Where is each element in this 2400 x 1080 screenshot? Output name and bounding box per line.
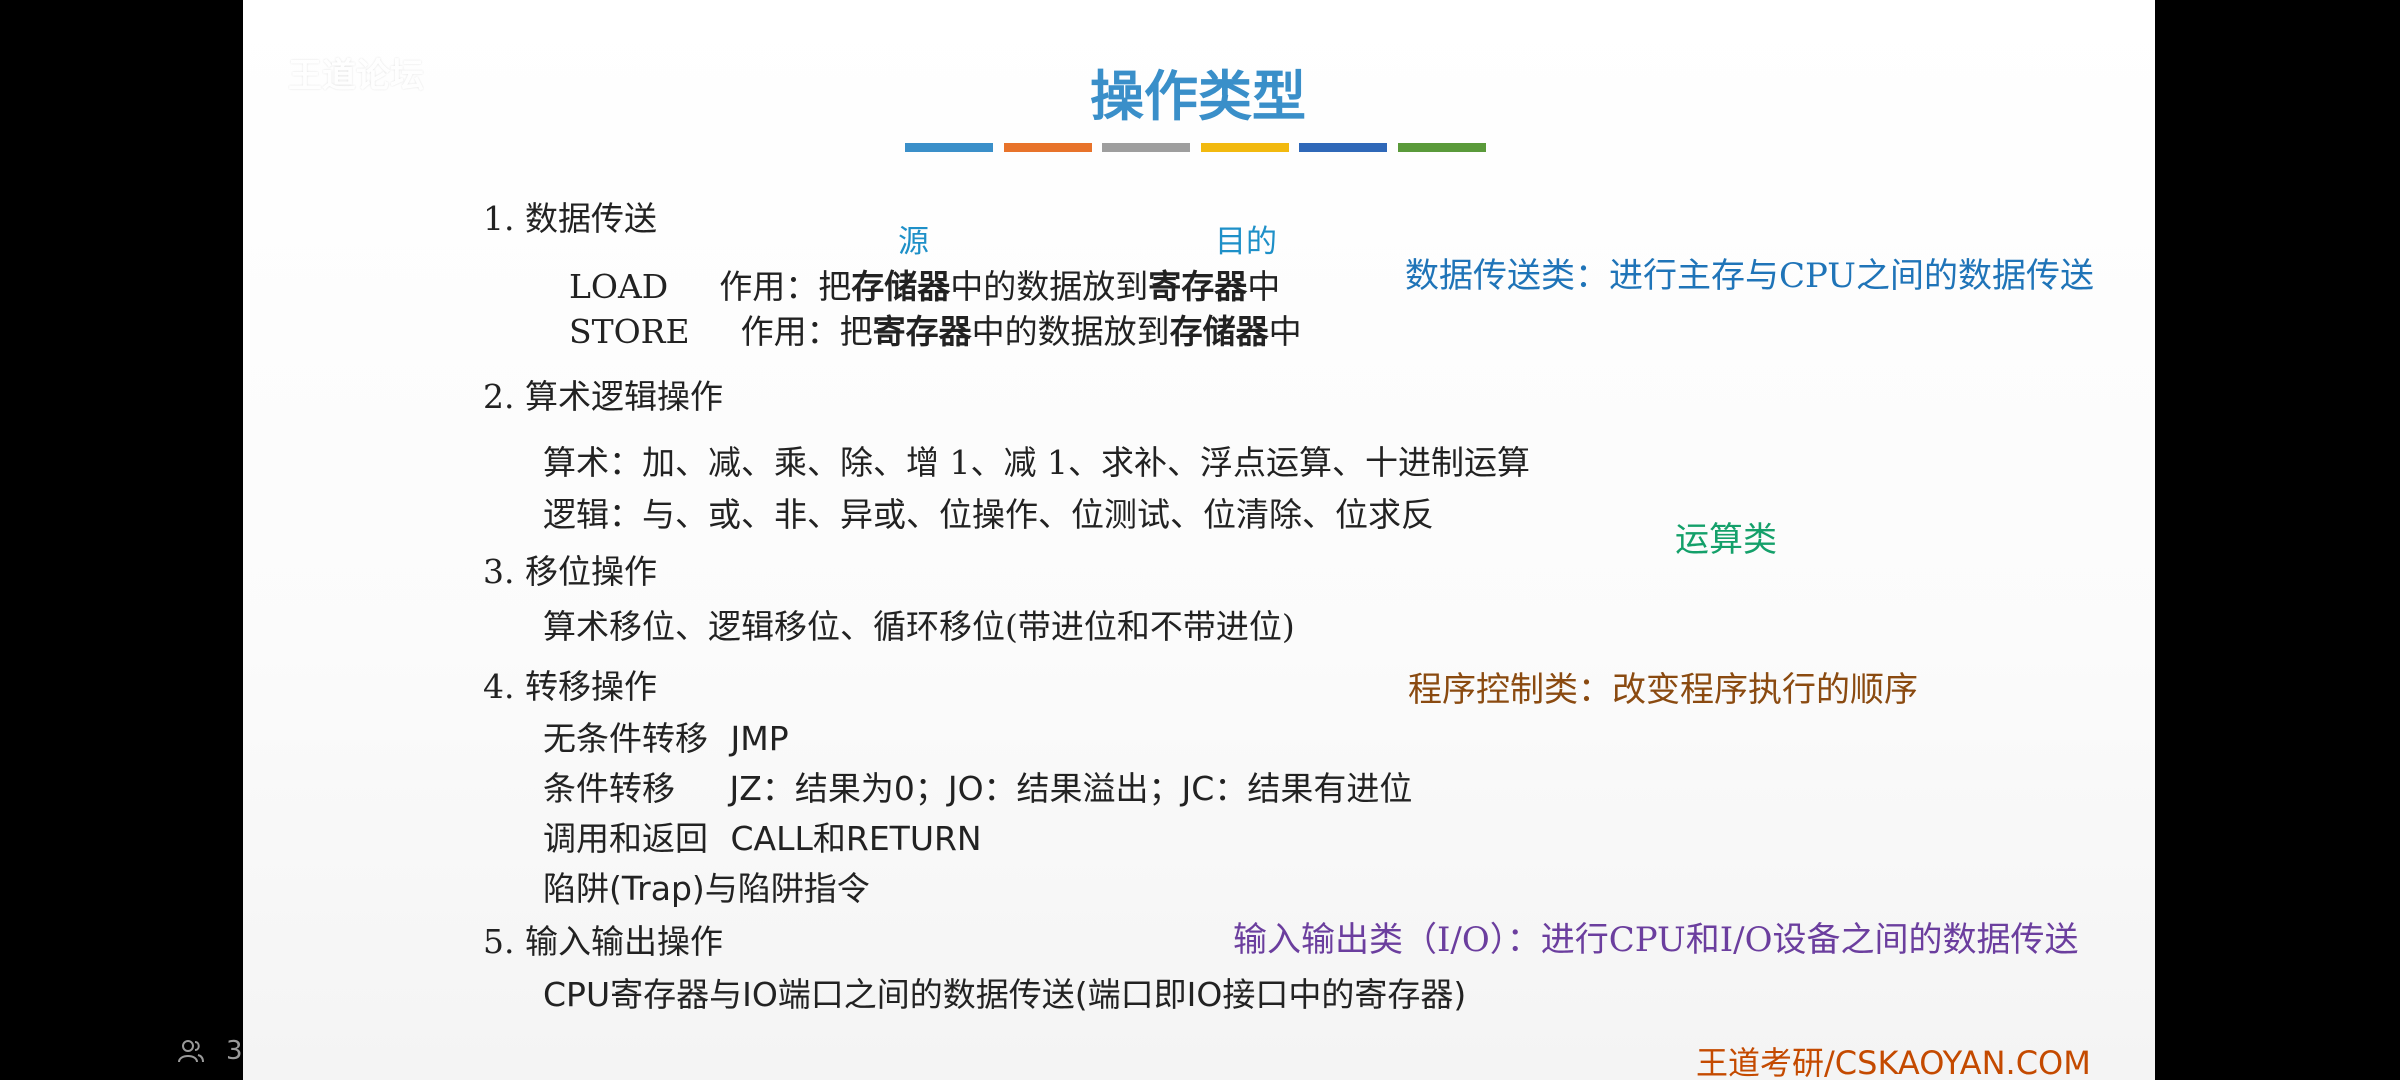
note-io: 输入输出类（I/O）：进行CPU和I/O设备之间的数据传送	[1233, 920, 2079, 960]
note-data-transfer: 数据传送类：进行主存与CPU之间的数据传送	[1405, 256, 2094, 296]
note-program-control: 程序控制类：改变程序执行的顺序	[1408, 670, 1918, 710]
section-heading-io: 5. 输入输出操作	[483, 922, 723, 961]
color-bar	[1201, 143, 1289, 152]
io-line: CPU寄存器与IO端口之间的数据传送(端口即IO接口中的寄存器)	[543, 975, 1467, 1014]
store-line: STORE 作用：把寄存器中的数据放到存储器中	[569, 312, 1302, 351]
section-heading-shift: 3. 移位操作	[483, 552, 657, 591]
color-bar	[1102, 143, 1190, 152]
color-bar	[1398, 143, 1486, 152]
people-icon[interactable]	[178, 1038, 204, 1064]
section-heading-jump: 4. 转移操作	[483, 667, 657, 706]
color-bar	[905, 143, 993, 152]
annotation-source: 源	[898, 224, 929, 260]
section-heading-data-transfer: 1. 数据传送	[483, 199, 657, 238]
shift-line: 算术移位、逻辑移位、循环移位(带进位和不带进位)	[543, 607, 1295, 646]
jump-line-unconditional: 无条件转移 JMP	[543, 719, 789, 758]
slide: 王道论坛 操作类型 1. 数据传送 源 目的 LOAD 作用：把存储器中的数据放…	[243, 0, 2155, 1080]
note-arith: 运算类	[1675, 520, 1777, 560]
logic-line: 逻辑：与、或、非、异或、位操作、位测试、位清除、位求反	[543, 495, 1434, 534]
color-bar	[1299, 143, 1387, 152]
footer-brand: 王道考研/CSKAOYAN.COM	[1696, 1044, 2091, 1080]
slide-title: 操作类型	[1090, 65, 1306, 128]
op-load: LOAD	[569, 267, 669, 306]
viewer-count: 3	[226, 1036, 243, 1066]
annotation-destination: 目的	[1215, 224, 1277, 260]
jump-line-call: 调用和返回 CALL和RETURN	[543, 819, 982, 858]
color-bar	[1004, 143, 1092, 152]
jump-line-conditional: 条件转移 JZ：结果为0；JO：结果溢出；JC：结果有进位	[543, 769, 1413, 808]
jump-line-trap: 陷阱(Trap)与陷阱指令	[543, 869, 870, 908]
arith-line: 算术：加、减、乘、除、增 1、减 1、求补、浮点运算、十进制运算	[543, 443, 1530, 482]
section-heading-arith-logic: 2. 算术逻辑操作	[483, 377, 723, 416]
op-store: STORE	[569, 312, 690, 351]
load-line: LOAD 作用：把存储器中的数据放到寄存器中	[569, 267, 1281, 306]
